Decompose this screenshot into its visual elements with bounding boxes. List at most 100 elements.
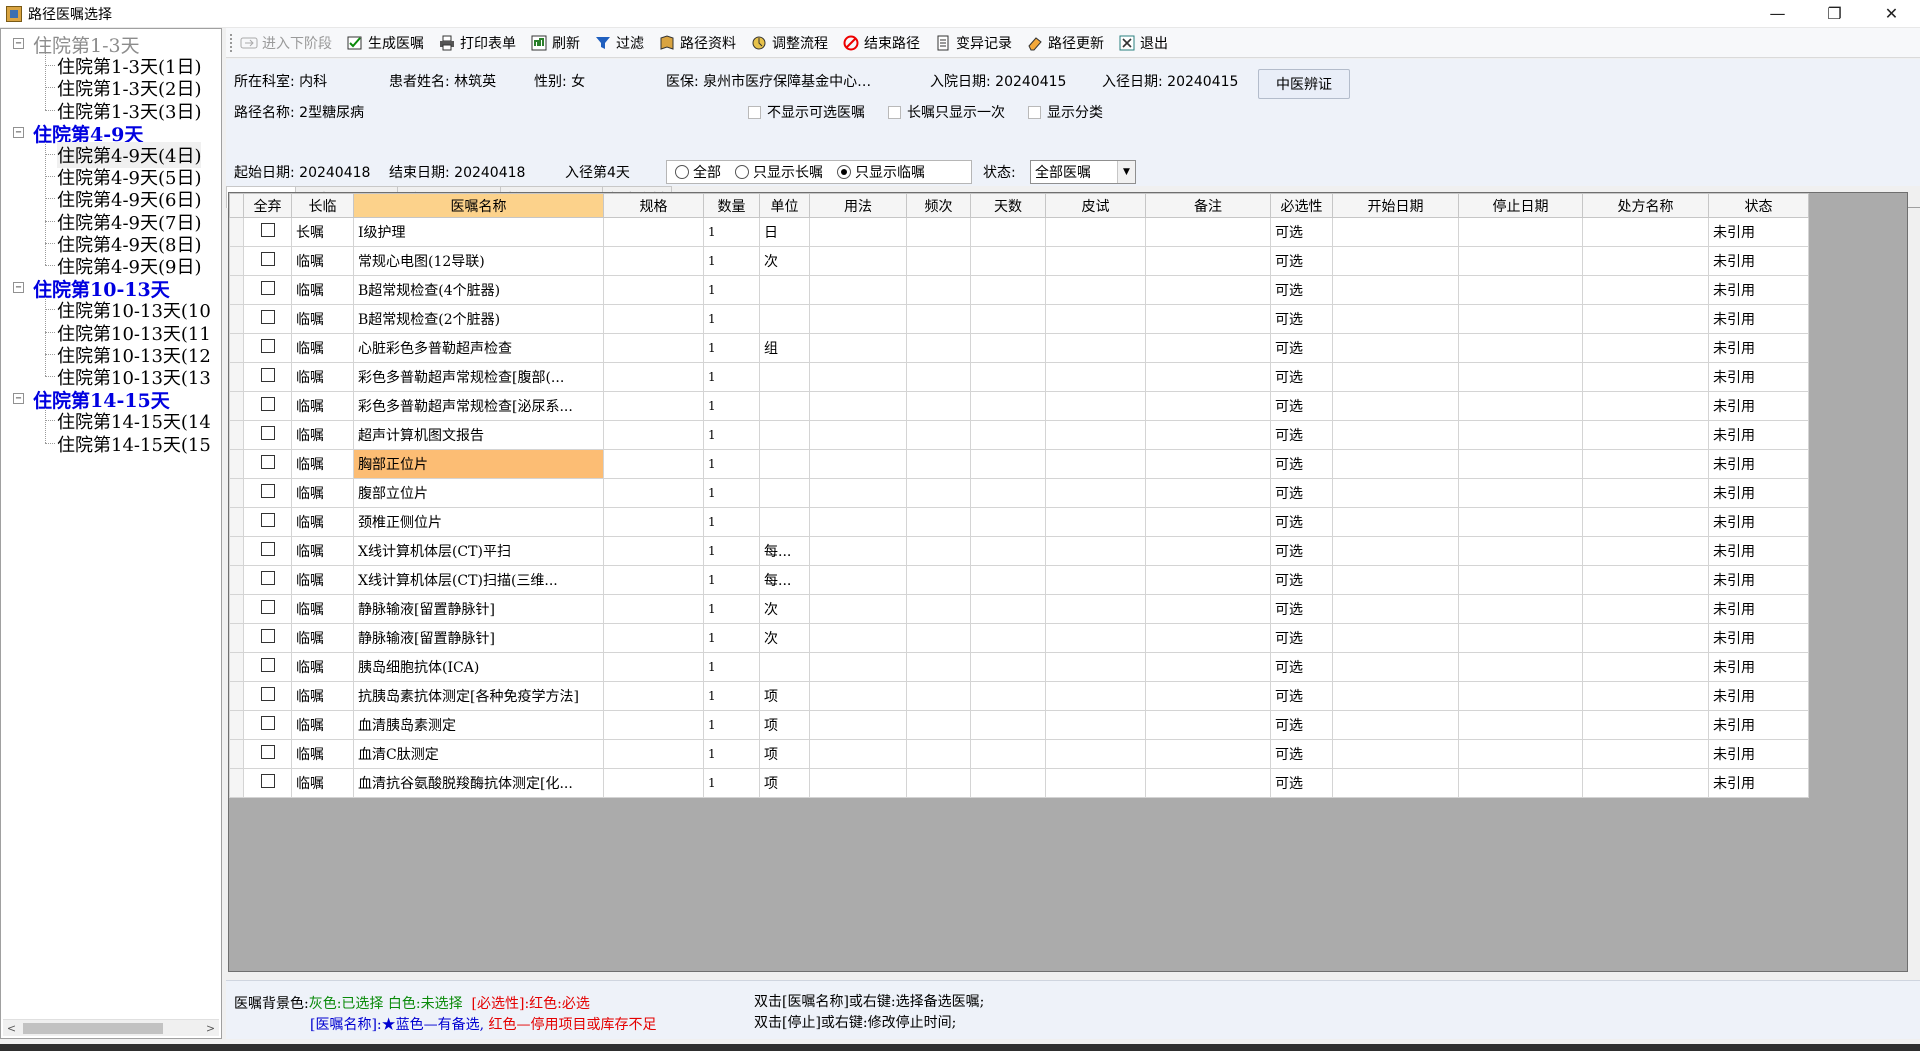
discard-checkbox[interactable] — [260, 281, 275, 295]
grid-cell[interactable]: 超声计算机图文报告 — [353, 420, 604, 450]
chevron-down-icon[interactable]: ▼ — [1117, 161, 1135, 183]
discard-checkbox[interactable] — [260, 716, 275, 730]
path-stage-tree[interactable]: < > − 住院第1-3天 住院第1-3天(1日) 住院第1-3天(2日) 住院第1-3… — [0, 28, 222, 1039]
table-row[interactable]: 临嘱 血清胰岛素测定 1 项 可选 未引用 — [229, 710, 1809, 740]
scroll-thumb[interactable] — [23, 1023, 163, 1034]
exit-button[interactable]: 退出 — [1118, 33, 1168, 53]
scroll-left-icon[interactable]: < — [3, 1020, 20, 1037]
row-header[interactable] — [229, 623, 244, 653]
row-header[interactable] — [229, 565, 244, 595]
tree-horizontal-scrollbar[interactable]: < > — [3, 1019, 219, 1036]
table-row[interactable]: 临嘱 静脉输液[留置静脉针] 1 次 可选 未引用 — [229, 623, 1809, 653]
row-header[interactable] — [229, 246, 244, 276]
column-header[interactable]: 状态 — [1708, 193, 1809, 218]
row-header[interactable] — [229, 681, 244, 711]
variation-record-button[interactable]: 变异记录 — [934, 33, 1012, 53]
tree-collapse-icon[interactable]: − — [13, 126, 24, 138]
row-header[interactable] — [229, 391, 244, 421]
discard-checkbox[interactable] — [260, 745, 275, 759]
print-form-button[interactable]: 打印表单 — [438, 33, 516, 53]
column-header[interactable]: 规格 — [603, 193, 704, 218]
grid-cell[interactable]: 血清胰岛素测定 — [353, 710, 604, 740]
discard-checkbox-cell[interactable] — [243, 304, 292, 334]
tree-collapse-icon[interactable]: − — [13, 393, 24, 405]
grid-cell[interactable]: X线计算机体层(CT)平扫 — [353, 536, 604, 566]
discard-checkbox[interactable] — [260, 310, 275, 324]
discard-checkbox-cell[interactable] — [243, 594, 292, 624]
table-row[interactable]: 临嘱 血清C肽测定 1 项 可选 未引用 — [229, 739, 1809, 769]
grid-cell[interactable]: 血清抗谷氨酸脱羧酶抗体测定[化... — [353, 768, 604, 798]
discard-checkbox[interactable] — [260, 252, 275, 266]
discard-checkbox[interactable] — [260, 542, 275, 556]
discard-checkbox-cell[interactable] — [243, 217, 292, 247]
column-header[interactable]: 全弃 — [243, 193, 292, 218]
discard-checkbox[interactable] — [260, 687, 275, 701]
column-header[interactable]: 必选性 — [1270, 193, 1333, 218]
discard-checkbox[interactable] — [260, 397, 275, 411]
column-header[interactable]: 医嘱名称 — [353, 193, 604, 218]
grid-cell[interactable]: B超常规检查(2个脏器) — [353, 304, 604, 334]
next-stage-button[interactable]: 进入下阶段 — [240, 33, 332, 53]
scroll-right-icon[interactable]: > — [202, 1020, 219, 1037]
column-header[interactable]: 开始日期 — [1332, 193, 1459, 218]
column-header[interactable]: 备注 — [1145, 193, 1271, 218]
table-row[interactable]: 临嘱 颈椎正侧位片 1 可选 未引用 — [229, 507, 1809, 537]
discard-checkbox-cell[interactable] — [243, 449, 292, 479]
row-header[interactable] — [229, 275, 244, 305]
path-update-button[interactable]: 路径更新 — [1026, 33, 1104, 53]
table-row[interactable]: 临嘱 胰岛细胞抗体(ICA) 1 可选 未引用 — [229, 652, 1809, 682]
status-dropdown[interactable]: 全部医嘱 ▼ — [1030, 160, 1136, 184]
discard-checkbox[interactable] — [260, 484, 275, 498]
minimize-button[interactable]: — — [1749, 0, 1806, 28]
table-row[interactable]: 临嘱 超声计算机图文报告 1 可选 未引用 — [229, 420, 1809, 450]
table-row[interactable]: 临嘱 抗胰岛素抗体测定[各种免疫学方法] 1 项 可选 未引用 — [229, 681, 1809, 711]
row-header[interactable] — [229, 652, 244, 682]
table-row[interactable]: 临嘱 心脏彩色多普勒超声检查 1 组 可选 未引用 — [229, 333, 1809, 363]
generate-orders-button[interactable]: 生成医嘱 — [346, 33, 424, 53]
tcm-diagnosis-button[interactable]: 中医辨证 — [1258, 69, 1350, 99]
grid-cell[interactable]: 腹部立位片 — [353, 478, 604, 508]
hide-optional-checkbox[interactable]: 不显示可选医嘱 — [748, 102, 865, 122]
path-info-button[interactable]: 路径资料 — [658, 33, 736, 53]
close-button[interactable]: ✕ — [1863, 0, 1920, 28]
grid-cell[interactable]: 血清C肽测定 — [353, 739, 604, 769]
discard-checkbox-cell[interactable] — [243, 739, 292, 769]
discard-checkbox-cell[interactable] — [243, 710, 292, 740]
row-header[interactable] — [229, 739, 244, 769]
grid-cell[interactable]: 静脉输液[留置静脉针] — [353, 623, 604, 653]
column-header[interactable]: 数量 — [703, 193, 760, 218]
discard-checkbox[interactable] — [260, 658, 275, 672]
discard-checkbox-cell[interactable] — [243, 478, 292, 508]
discard-checkbox[interactable] — [260, 513, 275, 527]
column-header[interactable]: 长临 — [291, 193, 354, 218]
table-row[interactable]: 临嘱 B超常规检查(2个脏器) 1 可选 未引用 — [229, 304, 1809, 334]
row-header[interactable] — [229, 217, 244, 247]
tree-day-item[interactable]: 住院第14-15天(15 — [57, 431, 211, 457]
discard-checkbox[interactable] — [260, 455, 275, 469]
adjust-flow-button[interactable]: 调整流程 — [750, 33, 828, 53]
discard-checkbox[interactable] — [260, 571, 275, 585]
discard-checkbox[interactable] — [260, 223, 275, 237]
row-header[interactable] — [229, 449, 244, 479]
discard-checkbox-cell[interactable] — [243, 623, 292, 653]
discard-checkbox[interactable] — [260, 368, 275, 382]
maximize-button[interactable]: ❐ — [1806, 0, 1863, 28]
grid-cell[interactable]: 常规心电图(12导联) — [353, 246, 604, 276]
table-row[interactable]: 临嘱 X线计算机体层(CT)平扫 1 每... 可选 未引用 — [229, 536, 1809, 566]
radio-long-only[interactable]: 只显示长嘱 — [735, 162, 823, 182]
tree-collapse-icon[interactable]: − — [13, 38, 24, 49]
discard-checkbox-cell[interactable] — [243, 565, 292, 595]
column-header[interactable]: 停止日期 — [1458, 193, 1583, 218]
row-header[interactable] — [229, 507, 244, 537]
discard-checkbox-cell[interactable] — [243, 536, 292, 566]
grid-cell[interactable]: 胸部正位片 — [353, 449, 604, 479]
grid-cell[interactable]: Ⅰ级护理 — [353, 217, 604, 247]
radio-all[interactable]: 全部 — [675, 162, 721, 182]
discard-checkbox[interactable] — [260, 600, 275, 614]
discard-checkbox-cell[interactable] — [243, 333, 292, 363]
column-header[interactable]: 皮试 — [1045, 193, 1146, 218]
table-row[interactable]: 临嘱 彩色多普勒超声常规检查[泌尿系... 1 可选 未引用 — [229, 391, 1809, 421]
grid-cell[interactable]: 抗胰岛素抗体测定[各种免疫学方法] — [353, 681, 604, 711]
discard-checkbox[interactable] — [260, 774, 275, 788]
column-header[interactable]: 用法 — [809, 193, 907, 218]
